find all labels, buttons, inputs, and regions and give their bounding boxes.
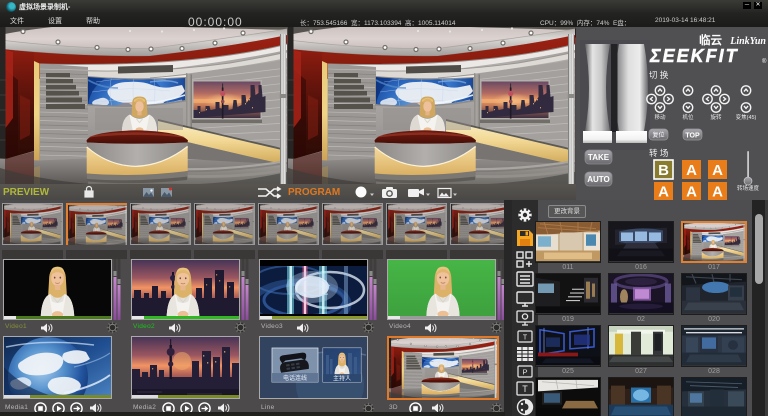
svg-text:A: A xyxy=(686,184,697,201)
svg-text:T: T xyxy=(523,335,528,342)
svg-text:P: P xyxy=(522,368,527,377)
svg-text:ƩEEKFIT: ƩEEKFIT xyxy=(649,46,739,66)
svg-text:AUTO: AUTO xyxy=(587,175,610,184)
svg-text:A: A xyxy=(712,184,723,201)
svg-text:临云: 临云 xyxy=(699,33,722,47)
svg-text:TAKE: TAKE xyxy=(588,153,610,162)
svg-text:B: B xyxy=(658,162,669,179)
svg-text:旋转: 旋转 xyxy=(710,113,722,121)
svg-text:A: A xyxy=(712,162,723,179)
svg-text:复位: 复位 xyxy=(652,131,664,139)
svg-text:A: A xyxy=(686,162,697,179)
svg-text:T: T xyxy=(522,384,528,394)
svg-text:切 换: 切 换 xyxy=(649,70,669,80)
svg-text:机位: 机位 xyxy=(682,113,694,121)
svg-text:TOP: TOP xyxy=(685,133,700,140)
svg-text:转 场: 转 场 xyxy=(649,148,668,158)
svg-text:转场速度: 转场速度 xyxy=(737,184,760,192)
svg-text:A: A xyxy=(658,184,669,201)
svg-text:®: ® xyxy=(762,58,767,65)
svg-text:变焦(45): 变焦(45) xyxy=(736,113,757,121)
svg-text:移动: 移动 xyxy=(654,113,666,121)
